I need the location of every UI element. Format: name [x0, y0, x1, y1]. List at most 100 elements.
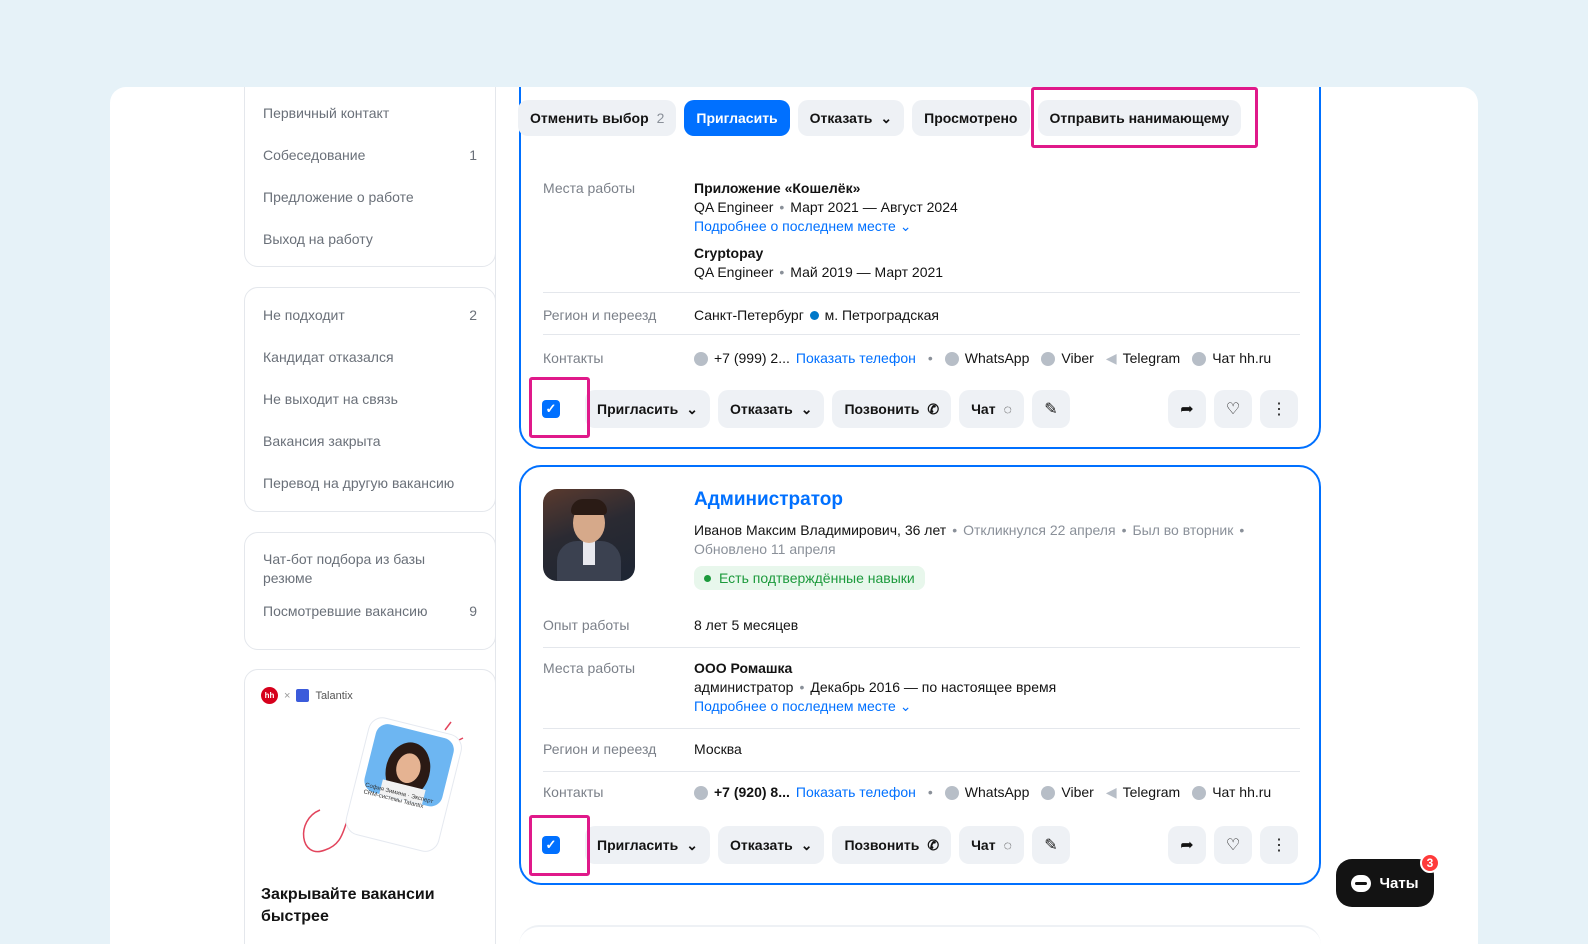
candidate-card-2: Администратор Иванов Максим Владимирович…	[519, 465, 1321, 885]
hh-logo: hh	[261, 687, 278, 704]
verified-icon	[694, 785, 708, 800]
candidate-name: Иванов Максим Владимирович, 36 лет	[694, 522, 947, 538]
share-icon: ➦	[1180, 401, 1194, 418]
sidebar-item-no-contact[interactable]: Не выходит на связь	[245, 378, 495, 420]
show-phone-link[interactable]: Показать телефон	[796, 783, 916, 802]
company-name: Приложение «Кошелёк»	[694, 180, 861, 196]
sidebar-item-viewed-vacancy[interactable]: Посмотревшие вакансию 9	[245, 590, 495, 632]
share-icon: ➦	[1180, 837, 1194, 854]
promo-banner[interactable]: hh × Talantix София Зимина · Эксперт CRM…	[244, 669, 496, 944]
share-button[interactable]: ➦	[1168, 390, 1206, 428]
metro-icon	[809, 311, 819, 320]
region-row: Регион и переезд Москва	[543, 741, 742, 757]
sidebar-item-transfer[interactable]: Перевод на другую вакансию	[245, 462, 495, 504]
talantix-logo-icon	[296, 689, 310, 702]
telegram-icon: ◀	[1105, 784, 1117, 800]
telegram-link[interactable]: Telegram	[1123, 349, 1181, 368]
viber-link[interactable]: Viber	[1061, 349, 1093, 368]
sidebar-item-start-work[interactable]: Выход на работу	[245, 218, 495, 260]
highlight-checkbox-2	[529, 815, 590, 876]
more-last-job-link[interactable]: Подробнее о последнем месте ⌄	[694, 697, 1056, 716]
sidebar-item-vacancy-closed[interactable]: Вакансия закрыта	[245, 420, 495, 462]
divider	[543, 771, 1300, 772]
viber-icon	[1041, 785, 1056, 800]
chat-bubble-icon: ◌	[1003, 837, 1012, 853]
card-actions: ✓ Пригласить ⌄ Отказать ⌄ Позвонить ✆ Чат ◌ …	[531, 389, 1070, 429]
divider	[543, 647, 1300, 648]
highlight-checkbox-1	[529, 377, 590, 438]
chevron-down-icon: ⌄	[686, 836, 698, 853]
hh-chat-link[interactable]: Чат hh.ru	[1212, 783, 1271, 802]
telegram-link[interactable]: Telegram	[1123, 783, 1181, 802]
phone-icon: ✆	[927, 400, 940, 417]
vacancy-title-link[interactable]: Администратор	[694, 489, 843, 511]
edit-icon: ✎	[1044, 401, 1058, 418]
divider	[543, 292, 1300, 293]
experience-row: Опыт работы 8 лет 5 месяцев	[543, 617, 799, 633]
divider	[543, 728, 1300, 729]
sidebar-item-not-fit[interactable]: Не подходит 2	[245, 294, 495, 336]
invite-dropdown-button[interactable]: Пригласить ⌄	[585, 390, 710, 428]
skills-badge: Есть подтверждённые навыки	[694, 566, 925, 590]
invite-dropdown-button[interactable]: Пригласить ⌄	[585, 826, 710, 864]
chats-widget-button[interactable]: Чаты 3	[1336, 853, 1440, 907]
whatsapp-icon	[944, 785, 959, 800]
viber-icon	[1041, 351, 1056, 366]
sidebar-item-chatbot[interactable]: Чат-бот подбора из базы резюме	[245, 550, 445, 588]
chevron-down-icon: ⌄	[899, 218, 912, 234]
whatsapp-link[interactable]: WhatsApp	[965, 349, 1030, 368]
reject-dropdown-button[interactable]: Отказать ⌄	[717, 826, 825, 864]
workplaces-row: Места работы ООО Ромашка администратор • Д…	[543, 660, 1057, 716]
unread-count-badge: 3	[1420, 853, 1440, 873]
chat-button[interactable]: Чат ◌	[959, 390, 1024, 428]
chat-bubble-icon	[1351, 874, 1372, 892]
app-frame: Первичный контакт Собеседование 1 Предлож…	[110, 87, 1478, 944]
count-badge: 2	[469, 307, 477, 323]
share-button[interactable]: ➦	[1168, 826, 1206, 864]
chevron-down-icon: ⌄	[880, 109, 893, 126]
whatsapp-icon	[944, 351, 959, 366]
edit-button[interactable]: ✎	[1031, 826, 1070, 864]
region-row: Регион и переезд Санкт-Петербург м. Петр…	[543, 307, 940, 323]
sidebar-item-offer[interactable]: Предложение о работе	[245, 176, 495, 218]
cancel-selection-button[interactable]: Отменить выбор 2	[518, 100, 677, 136]
sidebar-item-interview[interactable]: Собеседование 1	[245, 134, 495, 176]
reject-dropdown-button[interactable]: Отказать ⌄	[717, 390, 825, 428]
heart-icon: ♡	[1225, 837, 1241, 854]
chat-button[interactable]: Чат ◌	[959, 826, 1024, 864]
favorite-button[interactable]: ♡	[1214, 826, 1252, 864]
more-button[interactable]: ⋮	[1260, 390, 1298, 428]
chevron-down-icon: ⌄	[800, 400, 813, 417]
whatsapp-link[interactable]: WhatsApp	[965, 783, 1030, 802]
sidebar-group-progress: Первичный контакт Собеседование 1 Предлож…	[244, 87, 496, 267]
show-phone-link[interactable]: Показать телефон	[796, 349, 916, 368]
more-last-job-link[interactable]: Подробнее о последнем месте ⌄	[694, 217, 958, 236]
invite-button[interactable]: Пригласить	[684, 100, 790, 136]
card-actions-right: ➦ ♡ ⋮	[1168, 825, 1298, 865]
more-vertical-icon: ⋮	[1271, 837, 1287, 854]
workplaces-row: Места работы Приложение «Кошелёк» QA Eng…	[543, 180, 958, 280]
call-button[interactable]: Позвонить ✆	[832, 826, 952, 864]
sidebar-item-candidate-declined[interactable]: Кандидат отказался	[245, 336, 495, 378]
call-button[interactable]: Позвонить ✆	[832, 390, 952, 428]
edit-button[interactable]: ✎	[1031, 390, 1070, 428]
card-actions-right: ➦ ♡ ⋮	[1168, 389, 1298, 429]
contacts-row: Контакты +7 (999) 2... Показать телефон …	[543, 349, 1272, 368]
count-badge: 9	[469, 603, 477, 619]
hh-chat-link[interactable]: Чат hh.ru	[1212, 349, 1271, 368]
selection-count: 2	[656, 110, 665, 126]
reject-dropdown-button[interactable]: Отказать ⌄	[797, 100, 905, 136]
next-card-edge	[519, 925, 1321, 944]
highlight-send-button	[1031, 87, 1258, 148]
heart-icon: ♡	[1225, 401, 1241, 418]
company-name: Cryptopay	[694, 245, 764, 261]
viewed-button[interactable]: Просмотрено	[912, 100, 1030, 136]
chat-bubble-icon: ◌	[1003, 401, 1012, 417]
sidebar-item-primary-contact[interactable]: Первичный контакт	[245, 92, 495, 134]
viber-link[interactable]: Viber	[1061, 783, 1093, 802]
favorite-button[interactable]: ♡	[1214, 390, 1252, 428]
company-name: ООО Ромашка	[694, 660, 793, 676]
promo-title: Закрывайте вакансии быстрее	[261, 886, 435, 925]
candidate-meta: Иванов Максим Владимирович, 36 лет • Откли…	[694, 522, 1245, 557]
more-button[interactable]: ⋮	[1260, 826, 1298, 864]
